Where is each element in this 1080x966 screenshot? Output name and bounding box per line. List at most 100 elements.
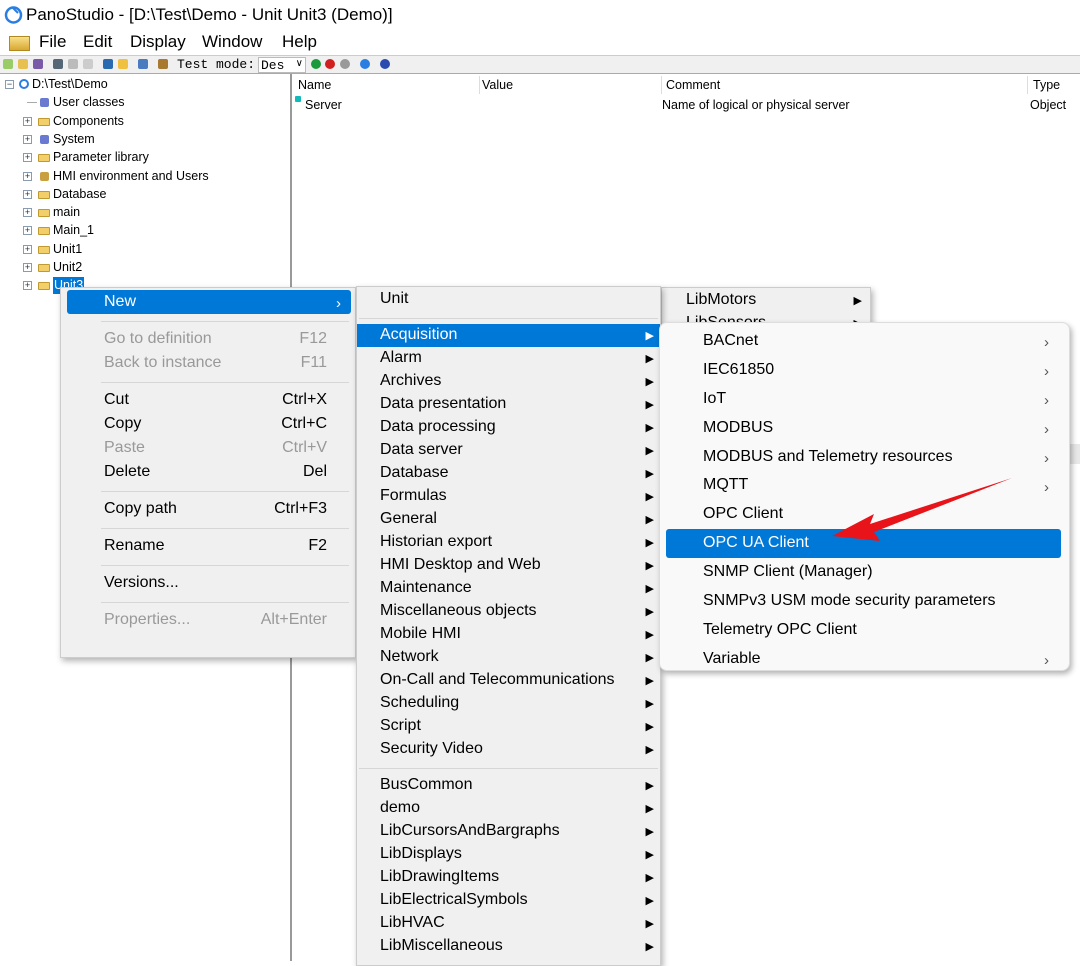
menu-item-demo[interactable]: demo▶ [357, 797, 660, 820]
tree-item-user-classes[interactable]: User classes [53, 94, 125, 111]
menu-item-label: Database [380, 464, 449, 482]
menu-item-snmp-client-manager[interactable]: SNMP Client (Manager) [666, 558, 1061, 587]
cut-icon[interactable] [53, 59, 63, 69]
menu-item-data-server[interactable]: Data server▶ [357, 439, 660, 462]
menu-item-delete[interactable]: DeleteDel [67, 460, 351, 484]
display-icon[interactable] [138, 59, 148, 69]
tree-item-unit1[interactable]: Unit1 [53, 241, 82, 258]
tree-item-main[interactable]: main [53, 204, 80, 221]
menu-item-alarm[interactable]: Alarm▶ [357, 347, 660, 370]
menu-window[interactable]: Window [202, 32, 262, 52]
menu-item-iec61850[interactable]: IEC61850› [666, 356, 1061, 385]
tree-item-d-test-demo[interactable]: D:\Test\Demo [32, 76, 108, 93]
menu-item-security-video[interactable]: Security Video▶ [357, 738, 660, 761]
menu-item-script[interactable]: Script▶ [357, 715, 660, 738]
menu-item-variable[interactable]: Variable› [666, 645, 1061, 674]
tree-item-database[interactable]: Database [53, 186, 107, 203]
expand-icon[interactable]: + [23, 208, 32, 217]
menu-item-new[interactable]: New› [67, 290, 351, 314]
paste-icon[interactable] [83, 59, 93, 69]
menu-item-acquisition[interactable]: Acquisition▶ [357, 324, 660, 347]
expand-icon[interactable]: + [23, 172, 32, 181]
menu-item-libelectricalsymbols[interactable]: LibElectricalSymbols▶ [357, 889, 660, 912]
menu-item-on-call-and-telecommunications[interactable]: On-Call and Telecommunications▶ [357, 669, 660, 692]
menu-item-libdisplays[interactable]: LibDisplays▶ [357, 843, 660, 866]
menu-item-mqtt[interactable]: MQTT› [666, 472, 1061, 501]
menu-file[interactable]: File [39, 32, 66, 52]
menu-item-label: Data presentation [380, 395, 506, 413]
menu-item-modbus-and-telemetry-resources[interactable]: MODBUS and Telemetry resources› [666, 443, 1061, 472]
menu-item-snmpv3-usm-mode-security-parameters[interactable]: SNMPv3 USM mode security parameters [666, 587, 1061, 616]
menu-item-telemetry-opc-client[interactable]: Telemetry OPC Client [666, 616, 1061, 645]
menu-item-bacnet[interactable]: BACnet› [666, 327, 1061, 356]
open-icon[interactable] [18, 59, 28, 69]
menu-item-opc-ua-client[interactable]: OPC UA Client [666, 529, 1061, 558]
expand-icon[interactable]: + [23, 190, 32, 199]
tree-item-main-1[interactable]: Main_1 [53, 222, 94, 239]
menu-item-copy[interactable]: CopyCtrl+C [67, 412, 351, 436]
menu-edit[interactable]: Edit [83, 32, 112, 52]
test-mode-select[interactable]: Des∨ [258, 57, 306, 73]
menu-item-libcursorsandbargraphs[interactable]: LibCursorsAndBargraphs▶ [357, 820, 660, 843]
copy-icon[interactable] [68, 59, 78, 69]
column-header-name[interactable]: Name [298, 78, 331, 92]
stop-icon[interactable] [325, 59, 335, 69]
refresh-icon[interactable] [360, 59, 370, 69]
help-icon[interactable] [380, 59, 390, 69]
menu-item-mobile-hmi[interactable]: Mobile HMI▶ [357, 623, 660, 646]
find-icon[interactable] [118, 59, 128, 69]
tree-item-components[interactable]: Components [53, 113, 124, 130]
menu-item-opc-client[interactable]: OPC Client [666, 500, 1061, 529]
menu-item-libmotors[interactable]: LibMotors▶ [662, 289, 870, 312]
menu-item-modbus[interactable]: MODBUS› [666, 414, 1061, 443]
folder-icon [38, 154, 50, 162]
expand-icon[interactable]: + [23, 226, 32, 235]
menu-item-libdrawingitems[interactable]: LibDrawingItems▶ [357, 866, 660, 889]
menu-item-unit[interactable]: Unit [357, 288, 660, 311]
menu-item-network[interactable]: Network▶ [357, 646, 660, 669]
menu-item-database[interactable]: Database▶ [357, 462, 660, 485]
menu-item-maintenance[interactable]: Maintenance▶ [357, 577, 660, 600]
new-icon[interactable] [3, 59, 13, 69]
library-icon[interactable] [158, 59, 168, 69]
menu-display[interactable]: Display [130, 32, 186, 52]
menu-item-cut[interactable]: CutCtrl+X [67, 388, 351, 412]
menu-item-rename[interactable]: RenameF2 [67, 534, 351, 558]
menu-item-libmiscellaneous[interactable]: LibMiscellaneous▶ [357, 935, 660, 958]
expand-icon[interactable]: + [23, 263, 32, 272]
menu-item-hmi-desktop-and-web[interactable]: HMI Desktop and Web▶ [357, 554, 660, 577]
table-row[interactable]: Server Name of logical or physical serve… [294, 96, 1080, 114]
column-header-value[interactable]: Value [482, 78, 513, 92]
play-icon[interactable] [311, 59, 321, 69]
column-header-comment[interactable]: Comment [666, 78, 720, 92]
expand-icon[interactable]: + [23, 281, 32, 290]
menu-item-archives[interactable]: Archives▶ [357, 370, 660, 393]
tree-item-hmi-environment-and-users[interactable]: HMI environment and Users [53, 168, 209, 185]
expand-icon[interactable]: + [23, 135, 32, 144]
menu-item-copy-path[interactable]: Copy pathCtrl+F3 [67, 497, 351, 521]
save-icon[interactable] [33, 59, 43, 69]
menu-item-shortcut: Ctrl+V [282, 439, 327, 457]
expand-icon[interactable]: + [23, 153, 32, 162]
menu-item-data-processing[interactable]: Data processing▶ [357, 416, 660, 439]
link-icon[interactable] [103, 59, 113, 69]
expand-icon[interactable]: + [23, 117, 32, 126]
menu-item-historian-export[interactable]: Historian export▶ [357, 531, 660, 554]
menu-item-buscommon[interactable]: BusCommon▶ [357, 774, 660, 797]
menu-item-formulas[interactable]: Formulas▶ [357, 485, 660, 508]
menu-item-general[interactable]: General▶ [357, 508, 660, 531]
tree-item-system[interactable]: System [53, 131, 95, 148]
menu-help[interactable]: Help [282, 32, 317, 52]
menu-item-versions[interactable]: Versions... [67, 571, 351, 595]
tree-item-parameter-library[interactable]: Parameter library [53, 149, 149, 166]
column-header-type[interactable]: Type [1033, 78, 1060, 92]
collapse-icon[interactable]: − [5, 80, 14, 89]
menu-item-libhvac[interactable]: LibHVAC▶ [357, 912, 660, 935]
expand-icon[interactable]: + [23, 245, 32, 254]
menu-item-scheduling[interactable]: Scheduling▶ [357, 692, 660, 715]
menu-item-iot[interactable]: IoT› [666, 385, 1061, 414]
menu-item-miscellaneous-objects[interactable]: Miscellaneous objects▶ [357, 600, 660, 623]
globe-icon[interactable] [340, 59, 350, 69]
tree-item-unit2[interactable]: Unit2 [53, 259, 82, 276]
menu-item-data-presentation[interactable]: Data presentation▶ [357, 393, 660, 416]
